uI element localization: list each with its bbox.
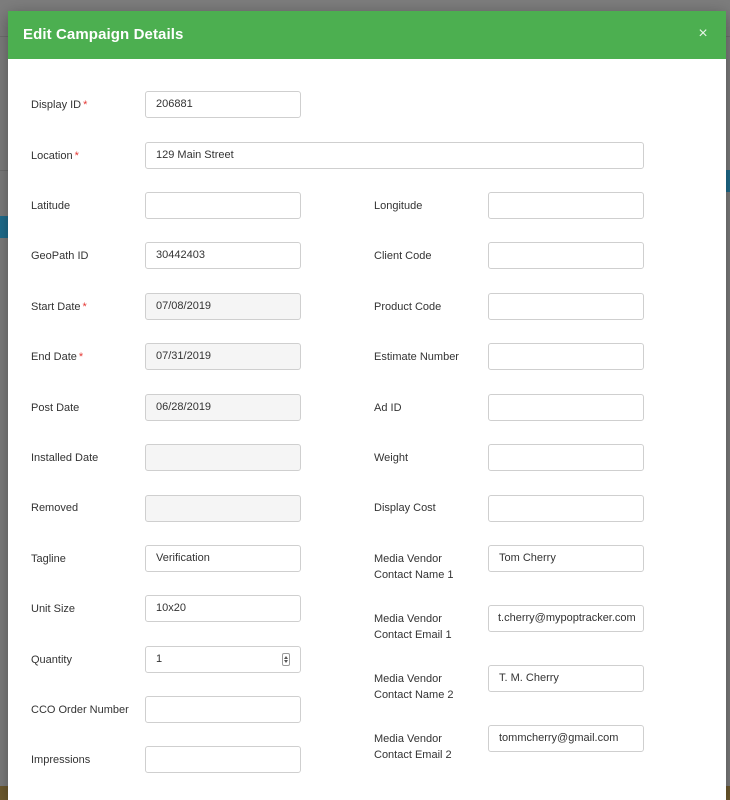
location-label: Location * bbox=[31, 150, 79, 162]
required-marker: * bbox=[74, 150, 79, 162]
backdrop-tab-edge bbox=[0, 216, 8, 238]
longitude-input[interactable] bbox=[488, 192, 644, 219]
cco-order-number-input[interactable] bbox=[145, 696, 301, 723]
edit-campaign-modal: Edit Campaign Details × Display ID * 2068… bbox=[8, 11, 726, 800]
start-date-label: Start Date * bbox=[31, 301, 87, 313]
end-date-input[interactable]: 07/31/2019 bbox=[145, 343, 301, 370]
ad-id-input[interactable] bbox=[488, 394, 644, 421]
removed-input[interactable] bbox=[145, 495, 301, 522]
close-icon[interactable]: × bbox=[694, 25, 712, 43]
vendor-contact-email-1-input[interactable]: t.cherry@mypoptracker.com bbox=[488, 605, 644, 632]
post-date-label: Post Date bbox=[31, 402, 80, 414]
vendor-contact-email-2-input[interactable]: tommcherry@gmail.com bbox=[488, 725, 644, 752]
quantity-value: 1 bbox=[156, 653, 163, 665]
product-code-label: Product Code bbox=[374, 301, 442, 313]
client-code-input[interactable] bbox=[488, 242, 644, 269]
modal-title: Edit Campaign Details bbox=[23, 26, 184, 43]
weight-label: Weight bbox=[374, 452, 409, 464]
cco-order-number-label: CCO Order Number bbox=[31, 704, 129, 716]
unit-size-input[interactable]: 10x20 bbox=[145, 595, 301, 622]
ad-id-label: Ad ID bbox=[374, 402, 402, 414]
longitude-label: Longitude bbox=[374, 200, 423, 212]
tagline-input[interactable]: Verification bbox=[145, 545, 301, 572]
vendor-contact-name-2-label: Media Vendor Contact Name 2 bbox=[374, 673, 454, 701]
product-code-input[interactable] bbox=[488, 293, 644, 320]
weight-input[interactable] bbox=[488, 444, 644, 471]
tagline-label: Tagline bbox=[31, 553, 66, 565]
vendor-contact-name-1-input[interactable]: Tom Cherry bbox=[488, 545, 644, 572]
installed-date-label: Installed Date bbox=[31, 452, 99, 464]
vendor-contact-name-2-input[interactable]: T. M. Cherry bbox=[488, 665, 644, 692]
installed-date-input[interactable] bbox=[145, 444, 301, 471]
required-marker: * bbox=[82, 301, 87, 313]
geopath-id-label: GeoPath ID bbox=[31, 250, 89, 262]
post-date-input[interactable]: 06/28/2019 bbox=[145, 394, 301, 421]
unit-size-label: Unit Size bbox=[31, 603, 76, 615]
location-input[interactable]: 129 Main Street bbox=[145, 142, 644, 169]
required-marker: * bbox=[78, 351, 84, 363]
required-marker: * bbox=[83, 99, 88, 111]
display-cost-input[interactable] bbox=[488, 495, 644, 522]
estimate-number-input[interactable] bbox=[488, 343, 644, 370]
quantity-label: Quantity bbox=[31, 654, 72, 666]
quantity-stepper[interactable]: 1 bbox=[145, 646, 301, 673]
geopath-id-input[interactable]: 30442403 bbox=[145, 242, 301, 269]
latitude-label: Latitude bbox=[31, 200, 71, 212]
modal-header: Edit Campaign Details × bbox=[8, 11, 726, 59]
display-id-input[interactable]: 206881 bbox=[145, 91, 301, 118]
estimate-number-label: Estimate Number bbox=[374, 351, 459, 363]
vendor-contact-email-1-label: Media Vendor Contact Email 1 bbox=[374, 613, 452, 641]
client-code-label: Client Code bbox=[374, 250, 432, 262]
vendor-contact-email-2-label: Media Vendor Contact Email 2 bbox=[374, 733, 452, 761]
vendor-contact-name-1-label: Media Vendor Contact Name 1 bbox=[374, 553, 454, 581]
end-date-label: End Date * bbox=[31, 351, 84, 363]
removed-label: Removed bbox=[31, 502, 79, 514]
start-date-input[interactable]: 07/08/2019 bbox=[145, 293, 301, 320]
impressions-input[interactable] bbox=[145, 746, 301, 773]
spinner-arrows-icon[interactable] bbox=[282, 653, 290, 666]
display-id-label: Display ID * bbox=[31, 99, 88, 111]
display-cost-label: Display Cost bbox=[374, 502, 436, 514]
latitude-input[interactable] bbox=[145, 192, 301, 219]
impressions-label: Impressions bbox=[31, 754, 91, 766]
